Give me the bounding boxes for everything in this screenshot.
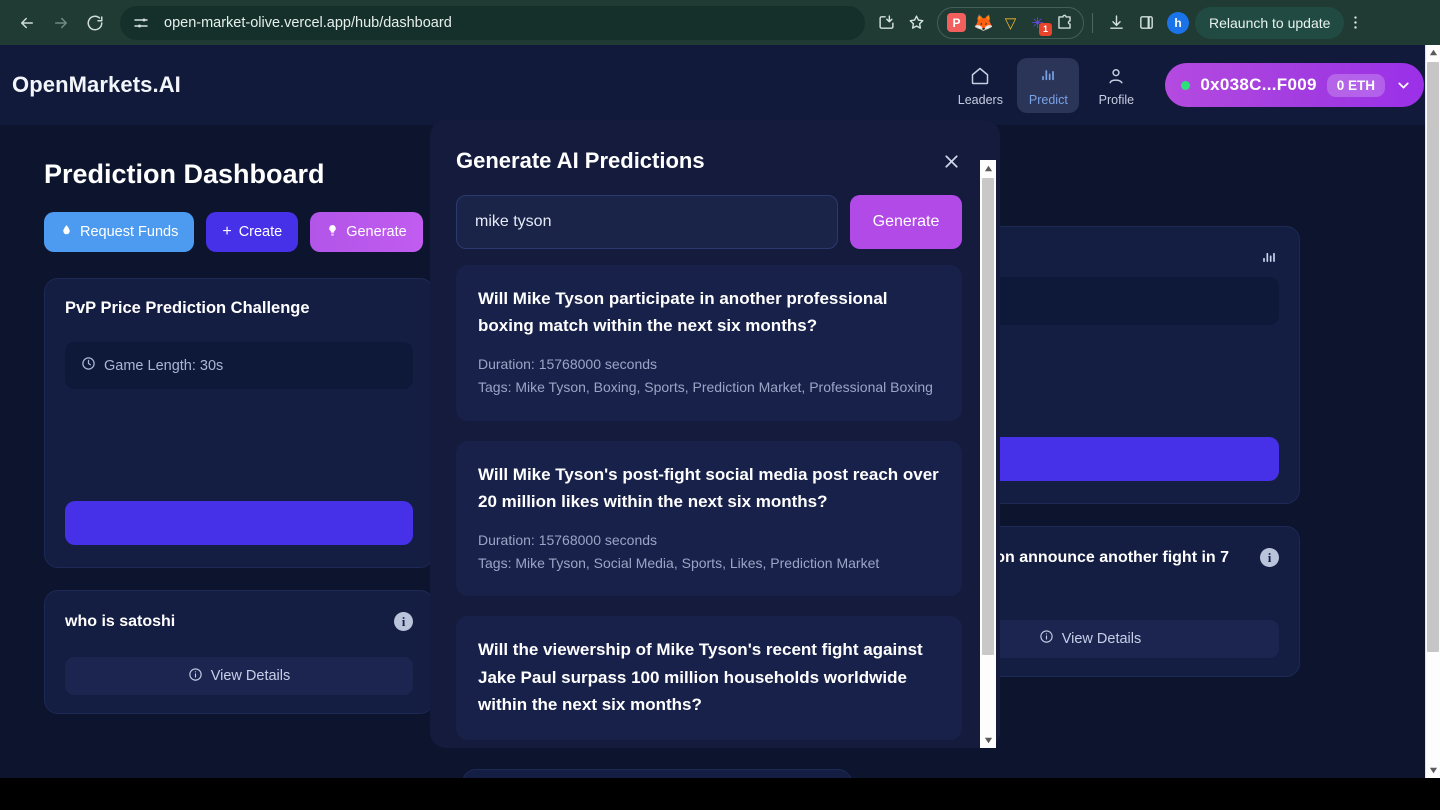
generate-button[interactable]: Generate (310, 212, 423, 252)
vytal-extension-icon[interactable]: ▽ (1001, 13, 1020, 32)
app-header: OpenMarkets.AI Leaders Predict Profile 0… (0, 45, 1440, 125)
browser-toolbar: open-market-olive.vercel.app/hub/dashboa… (0, 0, 1440, 45)
prediction-result-card[interactable]: Will Mike Tyson participate in another p… (456, 265, 962, 421)
prediction-result-card[interactable]: Will the viewership of Mike Tyson's rece… (456, 616, 962, 740)
side-panel-icon[interactable] (1131, 8, 1161, 38)
prediction-tags: Tags: Mike Tyson, Boxing, Sports, Predic… (478, 379, 933, 396)
relaunch-to-update-button[interactable]: Relaunch to update (1195, 6, 1345, 39)
question-card-satoshi[interactable]: who is satoshi i View Details (44, 590, 434, 715)
modal-header: Generate AI Predictions (456, 148, 962, 174)
modal-title: Generate AI Predictions (456, 148, 705, 173)
dashboard-column-left: Prediction Dashboard Request Funds + Cre… (44, 149, 434, 778)
toolbar-divider (1092, 12, 1093, 33)
generate-label: Generate (346, 224, 407, 240)
scroll-down-arrow-icon[interactable] (980, 732, 996, 748)
nav-item-profile[interactable]: Profile (1085, 58, 1147, 113)
page-scrollbar[interactable] (1425, 45, 1440, 778)
main-nav: Leaders Predict Profile (949, 57, 1147, 113)
extensions-puzzle-icon[interactable] (1055, 13, 1074, 32)
prediction-tags: Tags: Mike Tyson, Social Media, Sports, … (478, 554, 880, 571)
prediction-question: Will the viewership of Mike Tyson's rece… (478, 640, 923, 714)
prediction-question: Will Mike Tyson participate in another p… (478, 289, 888, 336)
wallet-button[interactable]: 0x038C...F009 0 ETH (1165, 63, 1424, 107)
home-icon (970, 66, 990, 89)
info-circle-icon (1039, 629, 1054, 648)
pocket-extension-icon[interactable]: P (947, 13, 966, 32)
scroll-down-arrow-icon[interactable] (1426, 763, 1440, 778)
pvp-primary-action-bar[interactable] (65, 501, 413, 545)
forward-button[interactable] (44, 6, 78, 40)
starred-extension-icon[interactable]: ✳ 1 (1028, 13, 1052, 36)
view-details-label: View Details (1061, 630, 1142, 647)
info-circle-icon (188, 667, 203, 686)
install-app-icon[interactable] (871, 8, 901, 38)
topic-input[interactable] (456, 195, 838, 249)
plus-icon: + (222, 223, 232, 240)
request-funds-button[interactable]: Request Funds (44, 212, 195, 252)
kebab-menu-icon[interactable] (1344, 14, 1366, 31)
info-icon[interactable]: i (394, 612, 413, 631)
back-button[interactable] (10, 6, 44, 40)
scroll-up-arrow-icon[interactable] (1426, 45, 1440, 60)
wallet-address: 0x038C...F009 (1200, 75, 1317, 94)
view-details-button[interactable]: View Details (65, 657, 413, 696)
wallet-status-dot (1181, 80, 1191, 90)
game-length-row: Game Length: 30s (65, 342, 413, 389)
prediction-duration: Duration: 15768000 seconds (478, 356, 658, 373)
prediction-duration: Duration: 15768000 seconds (478, 532, 658, 549)
game-length-label: Game Length: 30s (104, 357, 224, 374)
wallet-balance: 0 ETH (1326, 73, 1385, 97)
pvp-card-title: PvP Price Prediction Challenge (65, 299, 310, 317)
chevron-down-icon[interactable] (1395, 77, 1412, 94)
lightbulb-icon (326, 224, 339, 241)
modal-scrollbar-thumb[interactable] (982, 178, 994, 655)
extensions-group: P 🦊 ▽ ✳ 1 (937, 6, 1084, 39)
clock-icon (81, 356, 96, 375)
page-viewport: OpenMarkets.AI Leaders Predict Profile 0… (0, 45, 1440, 778)
extension-badge-count: 1 (1039, 23, 1052, 36)
close-icon[interactable] (941, 151, 962, 172)
site-settings-icon[interactable] (132, 14, 150, 32)
prediction-result-card[interactable]: Will Mike Tyson's post-fight social medi… (456, 440, 962, 597)
reload-button[interactable] (78, 6, 112, 40)
generate-submit-button[interactable]: Generate (850, 195, 962, 249)
create-label: Create (238, 224, 283, 240)
create-button[interactable]: + Create (206, 212, 299, 252)
bar-chart-icon (1259, 247, 1279, 267)
metamask-extension-icon[interactable]: 🦊 (974, 13, 994, 32)
modal-body: Generate AI Predictions Generate Will Mi… (430, 120, 1000, 748)
request-funds-label: Request Funds (80, 224, 179, 240)
action-button-row: Request Funds + Create Generate (44, 212, 434, 252)
bar-chart-icon (1038, 66, 1058, 89)
downloads-icon[interactable] (1101, 8, 1131, 38)
droplet-icon (60, 224, 73, 241)
question-card-title: who is satoshi (65, 613, 176, 630)
nav-label-predict: Predict (1028, 92, 1068, 107)
prediction-question: Will Mike Tyson's post-fight social medi… (478, 464, 939, 511)
generate-input-row: Generate (456, 195, 962, 249)
page-scrollbar-thumb[interactable] (1427, 62, 1439, 652)
page-title: Prediction Dashboard (44, 159, 325, 189)
question-card-valorant[interactable]: Shopify Rebillion vs MIBKC in Valorent w… (462, 769, 852, 778)
nav-label-profile: Profile (1098, 92, 1135, 107)
info-icon[interactable]: i (1260, 548, 1279, 567)
url-text: open-market-olive.vercel.app/hub/dashboa… (164, 14, 452, 31)
profile-avatar[interactable]: h (1167, 11, 1189, 34)
nav-item-leaders[interactable]: Leaders (949, 58, 1011, 113)
person-icon (1106, 66, 1126, 89)
brand-logo[interactable]: OpenMarkets.AI (12, 72, 181, 98)
view-details-label: View Details (210, 668, 291, 685)
window-bottom-area (0, 778, 1440, 810)
question-card-header: who is satoshi i (65, 609, 413, 635)
modal-scrollbar[interactable] (980, 160, 996, 748)
nav-label-leaders: Leaders (957, 92, 1003, 107)
address-bar[interactable]: open-market-olive.vercel.app/hub/dashboa… (120, 5, 865, 40)
star-icon[interactable] (901, 8, 931, 38)
pvp-challenge-card: PvP Price Prediction Challenge Game Leng… (44, 278, 434, 568)
scroll-up-arrow-icon[interactable] (980, 160, 996, 176)
nav-item-predict[interactable]: Predict (1017, 57, 1080, 113)
generate-predictions-modal: Generate AI Predictions Generate Will Mi… (430, 120, 1000, 748)
